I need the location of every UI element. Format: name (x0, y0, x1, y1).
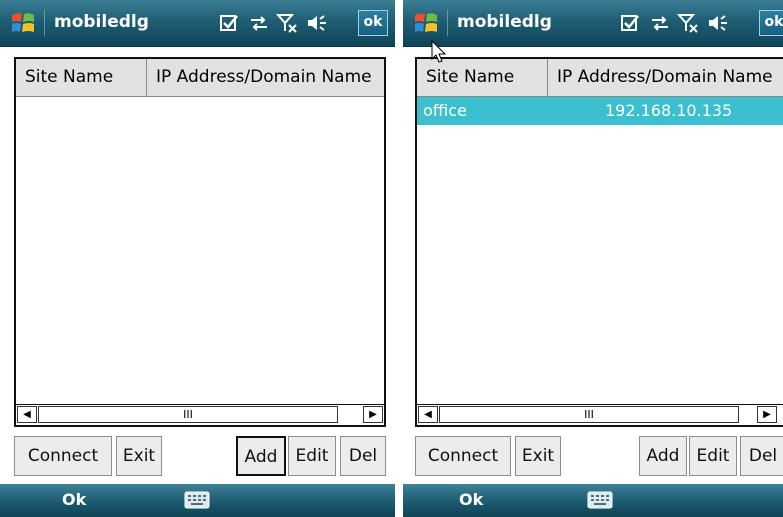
sync-icon[interactable] (248, 12, 270, 34)
list-item-selected[interactable]: office 192.168.10.135 (417, 97, 783, 125)
scroll-left-button[interactable]: ◀ (17, 406, 37, 423)
scroll-thumb[interactable]: III (38, 406, 338, 423)
checkbox-icon[interactable] (218, 12, 240, 34)
speaker-icon[interactable] (707, 12, 729, 34)
sync-icon[interactable] (649, 12, 671, 34)
site-list[interactable]: Site Name IP Address/Domain Name office … (415, 57, 783, 427)
checkbox-icon[interactable] (619, 12, 641, 34)
edit-button[interactable]: Edit (689, 436, 737, 476)
add-button[interactable]: Add (236, 436, 286, 476)
keyboard-icon[interactable] (587, 490, 613, 510)
softkey-ok[interactable]: Ok (459, 490, 483, 509)
column-header-ip-address[interactable]: IP Address/Domain Name (548, 59, 783, 97)
title-separator (44, 10, 45, 36)
horizontal-scrollbar[interactable]: ◀ III ▶ (417, 404, 783, 425)
app-title: mobiledlg (457, 12, 552, 32)
title-ok-button[interactable]: ok (759, 10, 783, 36)
softkey-bar: Ok (403, 484, 783, 517)
windows-start-icon[interactable] (10, 10, 36, 36)
connect-button[interactable]: Connect (415, 436, 511, 476)
scroll-right-button[interactable]: ▶ (363, 406, 383, 423)
column-header-site-name[interactable]: Site Name (417, 59, 548, 97)
signal-off-icon[interactable] (276, 12, 298, 34)
del-button[interactable]: Del (340, 436, 386, 476)
softkey-ok[interactable]: Ok (62, 490, 86, 509)
title-separator (447, 10, 448, 36)
scroll-left-button[interactable]: ◀ (418, 406, 438, 423)
horizontal-scrollbar[interactable]: ◀ III ▶ (16, 404, 384, 425)
status-icons (619, 12, 739, 34)
column-header-ip-address[interactable]: IP Address/Domain Name (147, 59, 384, 97)
list-header: Site Name IP Address/Domain Name (16, 59, 384, 97)
connect-button[interactable]: Connect (14, 436, 112, 476)
title-bar: mobiledlg ok (403, 0, 783, 47)
device-screen-with-entry: mobiledlg ok Site Name IP Address/Domain… (403, 0, 783, 517)
title-ok-button[interactable]: ok (358, 10, 388, 36)
edit-button[interactable]: Edit (288, 436, 336, 476)
softkey-bar: Ok (0, 484, 395, 517)
list-header: Site Name IP Address/Domain Name (417, 59, 783, 97)
app-title: mobiledlg (54, 12, 149, 32)
device-screen-empty-list: mobiledlg ok Site Name IP Address/Domain… (0, 0, 395, 517)
speaker-icon[interactable] (306, 12, 328, 34)
add-button[interactable]: Add (639, 436, 687, 476)
signal-off-icon[interactable] (677, 12, 699, 34)
column-header-site-name[interactable]: Site Name (16, 59, 147, 97)
scroll-right-button[interactable]: ▶ (757, 406, 777, 423)
del-button[interactable]: Del (740, 436, 783, 476)
mouse-pointer-icon (431, 40, 447, 64)
keyboard-icon[interactable] (184, 490, 210, 510)
exit-button[interactable]: Exit (515, 436, 561, 476)
exit-button[interactable]: Exit (116, 436, 162, 476)
cell-ip-address: 192.168.10.135 (605, 101, 733, 120)
title-bar: mobiledlg ok (0, 0, 395, 47)
status-icons (218, 12, 338, 34)
site-list[interactable]: Site Name IP Address/Domain Name ◀ III ▶ (14, 57, 386, 427)
windows-start-icon[interactable] (413, 10, 439, 36)
scroll-thumb[interactable]: III (439, 406, 739, 423)
cell-site-name: office (423, 101, 467, 120)
